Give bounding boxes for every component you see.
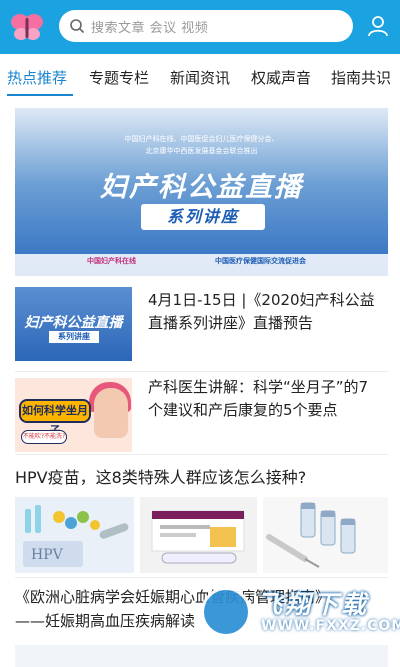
search-placeholder: 搜索文章 会议 视频 <box>91 20 209 36</box>
article-image: HPV <box>15 497 134 573</box>
article-image <box>263 497 388 573</box>
tab-news[interactable]: 新闻资讯 <box>170 67 230 88</box>
hero-org-line2: 北京康华中西医发展基金会联合推出 <box>145 147 258 155</box>
butterfly-logo-icon[interactable] <box>9 10 45 44</box>
list-item[interactable]: 妇产科公益直播 系列讲座 4月1日-15日 |《2020妇产科公益直播系列讲座》… <box>0 286 400 368</box>
top-bar: 搜索文章 会议 视频 <box>0 0 400 54</box>
article-title: 4月1日-15日 |《2020妇产科公益直播系列讲座》直播预告 <box>148 291 375 332</box>
hero-logo-left: 中国妇产科在线 <box>87 257 136 265</box>
hero-top-strip <box>15 108 388 130</box>
hero-title: 妇产科公益直播 <box>100 172 303 203</box>
article-title[interactable]: HPV疫苗，这8类特殊人群应该怎么接种? <box>15 464 390 488</box>
hero-org-text: 中国妇产科在线、中国医促会妇儿医疗保健分会、 北京康华中西医发展基金会联合推出 <box>15 133 388 157</box>
thumb-subtitle: 系列讲座 <box>49 331 99 343</box>
article-title: 产科医生讲解：科学“坐月子”的7个建议和产后康复的5个要点 <box>148 378 369 419</box>
thumb-face <box>94 388 128 438</box>
article-image-strip <box>15 645 388 667</box>
tab-hot-recommend[interactable]: 热点推荐 <box>7 67 67 88</box>
thumb-bubble-small: 不能吹?不能洗? <box>21 430 67 444</box>
search-icon <box>70 19 85 34</box>
hero-banner[interactable]: 中国妇产科在线、中国医促会妇儿医疗保健分会、 北京康华中西医发展基金会联合推出 … <box>15 108 388 276</box>
category-tabs: 热点推荐 专题专栏 新闻资讯 权威声音 指南共识 <box>0 54 400 100</box>
list-item[interactable]: 如何科学坐月子 不能吹?不能洗? 产科医生讲解：科学“坐月子”的7个建议和产后康… <box>0 376 400 456</box>
hero-org-line1: 中国妇产科在线、中国医促会妇儿医疗保健分会、 <box>124 135 279 143</box>
hero-subtitle: 系列讲座 <box>141 204 265 230</box>
watermark-text: 飞翔下载 <box>257 590 370 619</box>
divider <box>15 371 388 372</box>
thumb-title: 妇产科公益直播 <box>24 315 123 331</box>
search-input[interactable]: 搜索文章 会议 视频 <box>59 10 353 42</box>
divider <box>15 577 388 578</box>
divider <box>15 454 388 455</box>
tab-active-indicator <box>7 94 73 96</box>
article-thumbnail: 妇产科公益直播 系列讲座 <box>15 287 132 361</box>
watermark-logo-icon <box>201 587 251 637</box>
svg-text:HPV: HPV <box>31 547 64 563</box>
thumb-bubble: 如何科学坐月子 <box>19 399 91 437</box>
article-image <box>140 497 257 573</box>
hero-logo-right: 中国医疗保健国际交流促进会 <box>215 257 306 265</box>
tab-special-column[interactable]: 专题专栏 <box>89 67 149 88</box>
tab-guidelines[interactable]: 指南共识 <box>331 67 391 88</box>
article-thumbnail: 如何科学坐月子 不能吹?不能洗? <box>15 378 132 452</box>
user-icon[interactable] <box>366 14 390 38</box>
hero-footer <box>15 254 388 276</box>
watermark-url: WWW.FXXZ.COM <box>261 618 400 634</box>
tab-authority[interactable]: 权威声音 <box>251 67 311 88</box>
feed: 中国妇产科在线、中国医促会妇儿医疗保健分会、 北京康华中西医发展基金会联合推出 … <box>0 100 400 667</box>
watermark: 飞翔下载 WWW.FXXZ.COM <box>201 583 400 641</box>
